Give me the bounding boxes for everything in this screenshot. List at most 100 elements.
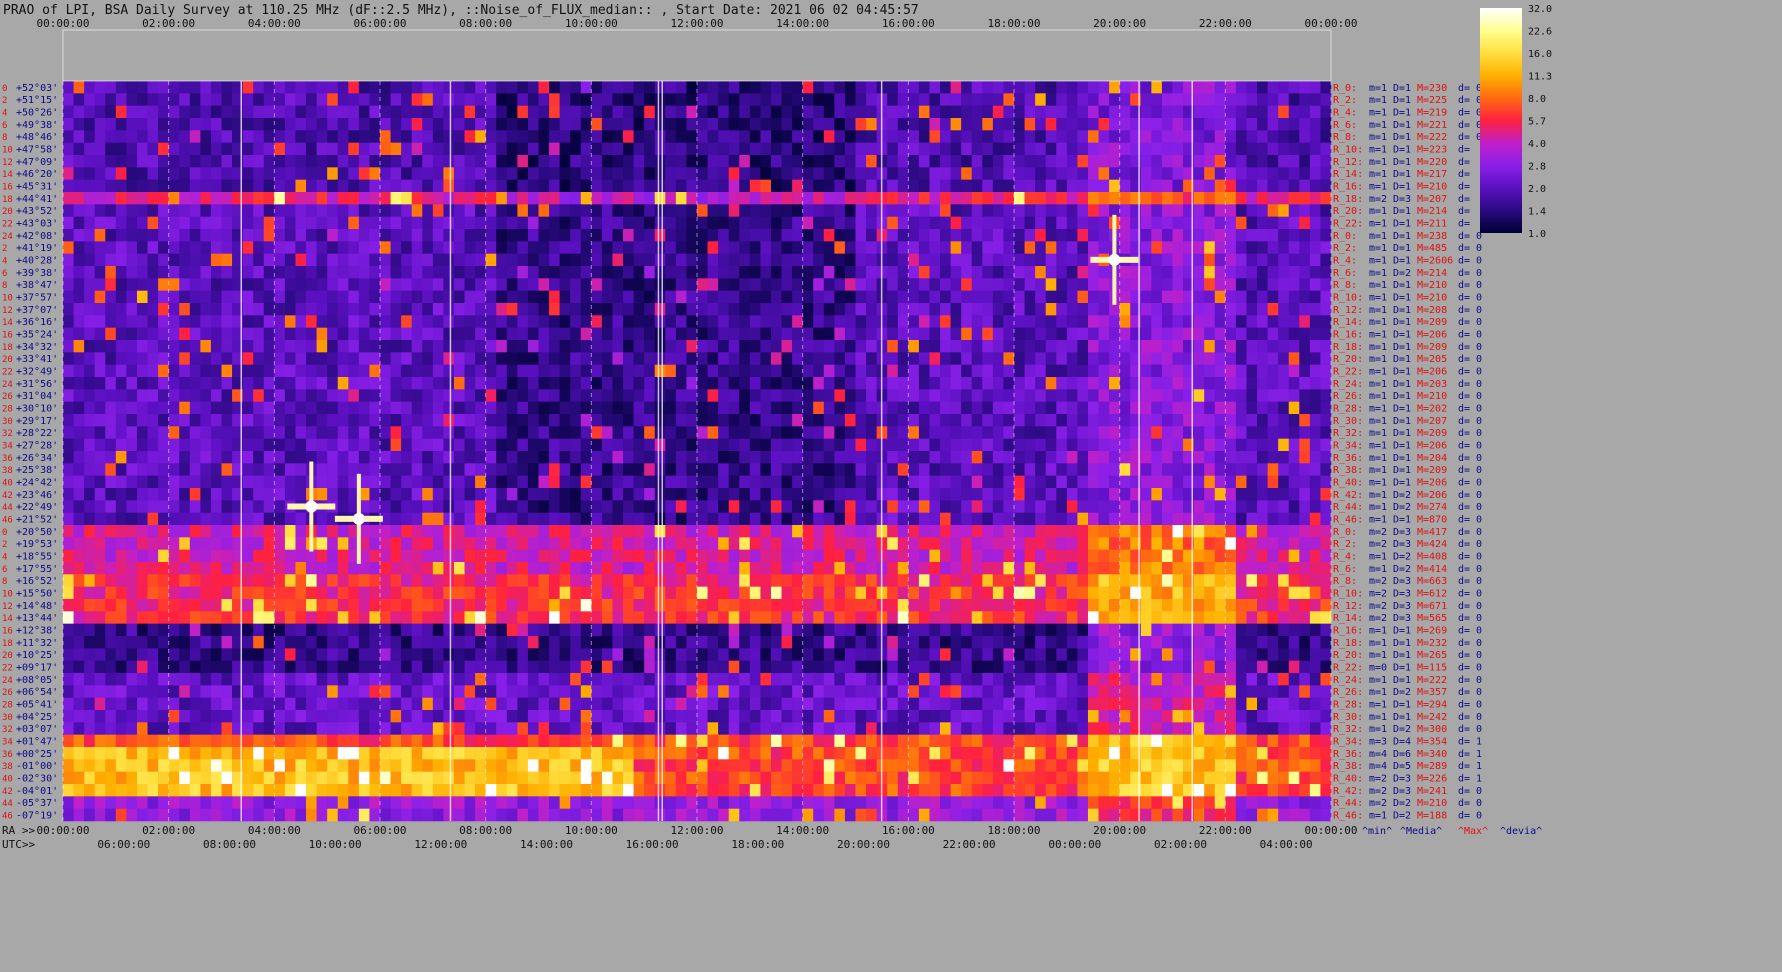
heatmap-cell	[1045, 179, 1057, 193]
heatmap-cell	[1003, 327, 1015, 341]
heatmap-cell	[675, 500, 687, 513]
heatmap-cell	[538, 204, 550, 217]
heatmap-cell	[179, 463, 191, 476]
heatmap-cell	[866, 81, 877, 94]
heatmap-cell	[601, 389, 613, 402]
heatmap-cell	[940, 500, 951, 513]
heatmap-cell	[559, 426, 571, 439]
heatmap-cell	[496, 192, 508, 205]
heatmap-cell	[813, 253, 825, 267]
heatmap-cell	[147, 105, 159, 119]
heatmap-cell	[866, 438, 877, 452]
heatmap-cell	[179, 586, 191, 600]
heatmap-cell	[559, 475, 571, 489]
heatmap-cell	[1066, 377, 1078, 390]
heatmap-cell	[538, 192, 550, 205]
heatmap-cell	[982, 105, 994, 119]
heatmap-cell	[834, 562, 846, 575]
heatmap-cell	[1024, 451, 1036, 464]
heatmap-cell	[63, 327, 74, 341]
heatmap-cell	[358, 81, 370, 94]
heatmap-cell	[570, 253, 582, 267]
heatmap-cell	[432, 549, 444, 563]
heatmap-cell	[1161, 463, 1173, 476]
heatmap-cell	[485, 512, 497, 526]
heatmap-cell	[63, 167, 74, 180]
heatmap-cell	[1003, 562, 1015, 575]
heatmap-cell	[1045, 253, 1057, 267]
heatmap-cell	[697, 525, 708, 538]
heatmap-cell	[475, 401, 486, 415]
heatmap-cell	[601, 562, 613, 575]
heatmap-cell	[380, 463, 391, 476]
heatmap-cell	[369, 315, 381, 328]
heatmap-cell	[1087, 290, 1099, 304]
heatmap-cell	[453, 327, 465, 341]
heatmap-cell	[538, 389, 550, 402]
heatmap-cell	[126, 512, 138, 526]
heatmap-cell	[337, 426, 349, 439]
heatmap-cell	[73, 463, 85, 476]
heatmap-cell	[823, 130, 835, 143]
heatmap-cell	[84, 241, 95, 254]
heatmap-cell	[179, 574, 191, 587]
heatmap-cell	[136, 389, 148, 402]
heatmap-cell	[1045, 216, 1057, 230]
heatmap-cell	[1161, 512, 1173, 526]
heatmap-cell	[496, 167, 508, 180]
heatmap-cell	[760, 241, 772, 254]
heatmap-cell	[306, 327, 317, 341]
heatmap-cell	[506, 167, 518, 180]
heatmap-cell	[644, 463, 656, 476]
heatmap-cell	[1204, 93, 1216, 106]
heatmap-cell	[1151, 500, 1163, 513]
heatmap-cell	[1014, 81, 1025, 94]
heatmap-cell	[1087, 364, 1099, 378]
heatmap-cell	[538, 130, 550, 143]
heatmap-cell	[401, 451, 412, 464]
heatmap-cell	[73, 488, 85, 501]
heatmap-cell	[1014, 364, 1025, 378]
heatmap-cell	[813, 574, 825, 587]
heatmap-cell	[633, 401, 645, 415]
heatmap-cell	[1299, 266, 1311, 279]
heatmap-cell	[644, 451, 656, 464]
heatmap-cell	[1235, 142, 1247, 156]
heatmap-cell	[1045, 303, 1057, 316]
heatmap-cell	[866, 229, 877, 242]
heatmap-cell	[1257, 216, 1268, 230]
heatmap-cell	[327, 303, 339, 316]
heatmap-cell	[168, 525, 180, 538]
heatmap-cell	[94, 130, 106, 143]
heatmap-cell	[73, 340, 85, 353]
heatmap-cell	[718, 389, 729, 402]
heatmap-cell	[1257, 414, 1268, 427]
heatmap-cell	[1235, 377, 1247, 390]
heatmap-cell	[73, 216, 85, 230]
heatmap-cell	[369, 364, 381, 378]
heatmap-cell	[1035, 574, 1046, 587]
heatmap-cell	[1309, 414, 1321, 427]
heatmap-cell	[432, 537, 444, 550]
heatmap-cell	[1225, 290, 1237, 304]
heatmap-cell	[929, 352, 941, 365]
heatmap-cell	[992, 142, 1004, 156]
heatmap-cell	[1024, 81, 1036, 94]
heatmap-cell	[1235, 562, 1247, 575]
heatmap-cell	[623, 81, 634, 94]
heatmap-cell	[432, 426, 444, 439]
heatmap-cell	[147, 266, 159, 279]
heatmap-cell	[844, 438, 856, 452]
heatmap-cell	[306, 352, 317, 365]
heatmap-cell	[253, 414, 265, 427]
heatmap-cell	[263, 179, 275, 193]
heatmap-cell	[728, 438, 740, 452]
heatmap-cell	[327, 216, 339, 230]
heatmap-cell	[411, 500, 423, 513]
heatmap-cell	[823, 229, 835, 242]
heatmap-cell	[1077, 303, 1089, 316]
heatmap-cell	[770, 303, 782, 316]
heatmap-cell	[158, 377, 169, 390]
heatmap-cell	[411, 118, 423, 131]
heatmap-cell	[1109, 488, 1120, 501]
